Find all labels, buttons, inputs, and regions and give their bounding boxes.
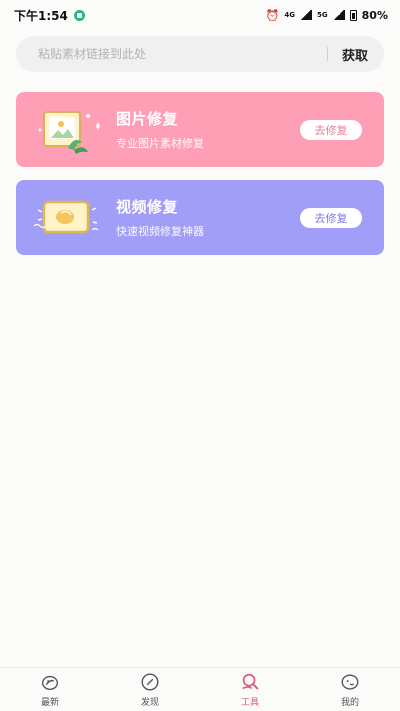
tool-search-icon <box>242 673 259 690</box>
profile-face-icon <box>341 674 359 690</box>
video-repair-button[interactable]: 去修复 <box>300 207 362 228</box>
nav-label: 我的 <box>340 698 359 708</box>
shield-icon <box>73 9 85 21</box>
nav-latest[interactable]: 最新 <box>20 671 80 708</box>
signal-icon <box>300 10 313 20</box>
status-bar: 下午1:54 ⏰ 4G 5G 80% <box>0 0 400 30</box>
signal-icon-2 <box>332 10 345 20</box>
nav-label: 工具 <box>240 698 259 708</box>
network-label-1: 4G <box>284 10 296 19</box>
nav-discover[interactable]: 发现 <box>120 671 180 708</box>
link-input[interactable] <box>38 47 321 61</box>
compass-icon <box>141 673 159 691</box>
fetch-button[interactable]: 获取 <box>342 45 368 64</box>
alarm-icon: ⏰ <box>265 8 280 22</box>
status-time: 下午1:54 <box>14 8 68 23</box>
card-title: 视频修复 <box>116 198 179 216</box>
image-repair-card[interactable]: 图片修复 专业图片素材修复 去修复 <box>16 92 384 167</box>
nav-label: 最新 <box>40 698 59 708</box>
battery-percent: 80% <box>361 8 388 22</box>
card-subtitle: 专业图片素材修复 <box>116 137 204 150</box>
image-repair-button[interactable]: 去修复 <box>300 119 362 140</box>
nav-label: 发现 <box>140 698 159 708</box>
search-divider <box>326 47 328 61</box>
link-search-bar: 获取 <box>16 36 384 72</box>
home-leaf-icon <box>41 675 59 691</box>
battery-icon <box>349 9 357 21</box>
nav-tools[interactable]: 工具 <box>220 671 280 708</box>
nav-profile[interactable]: 我的 <box>320 671 380 708</box>
video-repair-illustration <box>16 180 116 255</box>
video-frame-icon <box>33 200 99 234</box>
card-title: 图片修复 <box>116 110 179 128</box>
network-label-2: 5G <box>317 10 328 19</box>
photo-frame-icon <box>38 111 100 154</box>
image-repair-illustration <box>16 92 116 167</box>
bottom-nav: 最新 发现 工具 我的 <box>0 667 400 711</box>
card-subtitle: 快速视频修复神器 <box>116 225 204 238</box>
video-repair-card[interactable]: 视频修复 快速视频修复神器 去修复 <box>16 180 384 255</box>
